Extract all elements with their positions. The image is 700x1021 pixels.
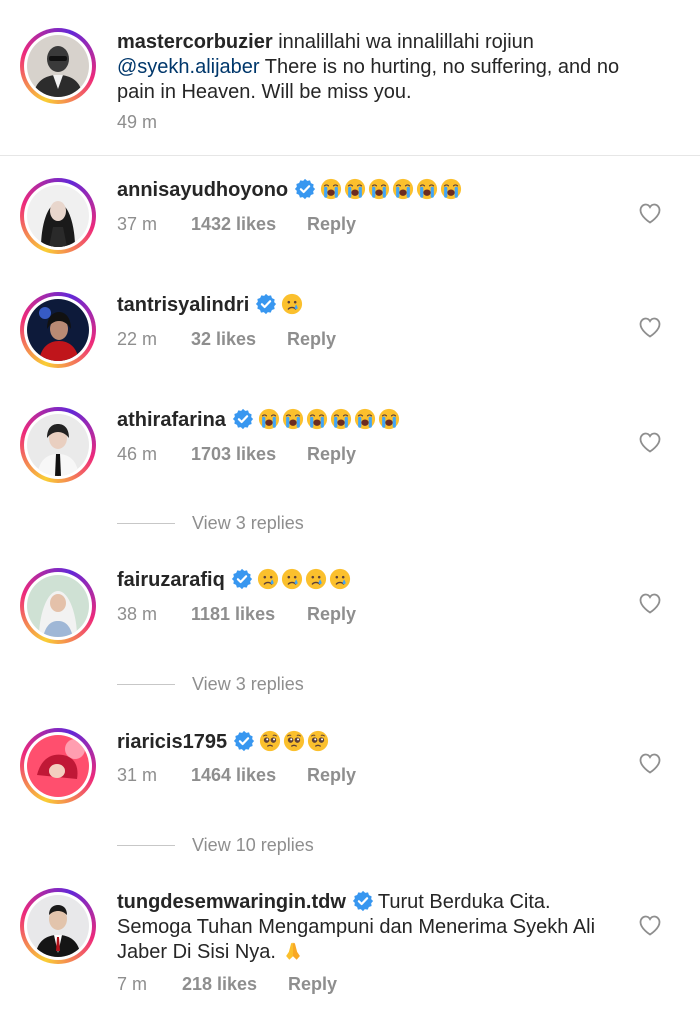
comment-text: athirafarina [117, 408, 637, 433]
crying-face-icon [281, 568, 303, 590]
caption-text-1: innalillahi wa innalillahi rojiun [278, 31, 534, 53]
loudly-crying-face-icon [354, 408, 376, 430]
reply-button[interactable]: Reply [307, 765, 356, 786]
pleading-face-icon [283, 730, 305, 752]
loudly-crying-face-icon [392, 178, 414, 200]
loudly-crying-face-icon [378, 408, 400, 430]
heart-icon[interactable] [638, 592, 662, 614]
comment-username[interactable]: fairuzarafiq [117, 569, 225, 591]
avatar-annisayudhoyono[interactable] [20, 178, 96, 254]
verified-icon [255, 293, 277, 315]
comment-text: riaricis1795 [117, 730, 637, 755]
loudly-crying-face-icon [440, 178, 462, 200]
comment-time: 38 m [117, 604, 158, 624]
avatar-tantrisyalindri[interactable] [20, 292, 96, 368]
comment-text: annisayudhoyono [117, 178, 637, 203]
caption-mention[interactable]: @syekh.alijaber [117, 56, 260, 78]
comment-meta: 7 m 218 likes Reply [117, 974, 337, 995]
caption-meta: 49 m [117, 112, 157, 133]
comment-time: 22 m [117, 329, 158, 349]
comment-meta: 37 m 1432 likes Reply [117, 214, 356, 235]
comment-username[interactable]: tantrisyalindri [117, 294, 249, 316]
loudly-crying-face-icon [416, 178, 438, 200]
heart-icon[interactable] [638, 202, 662, 224]
verified-icon [231, 568, 253, 590]
comment-meta: 46 m 1703 likes Reply [117, 444, 356, 465]
caption-text: mastercorbuzier innalillahi wa innalilla… [117, 30, 637, 105]
divider-line [117, 684, 175, 685]
comment-emojis [259, 731, 331, 753]
comment-username[interactable]: athirafarina [117, 409, 226, 431]
heart-icon[interactable] [638, 914, 662, 936]
avatar-tungdesemwaringin[interactable] [20, 888, 96, 964]
comment-username[interactable]: tungdesemwaringin.tdw [117, 891, 346, 913]
heart-icon[interactable] [638, 431, 662, 453]
avatar-fairuzarafiq[interactable] [20, 568, 96, 644]
comment-text: fairuzarafiq [117, 568, 637, 593]
view-replies-label[interactable]: View 3 replies [192, 674, 304, 695]
loudly-crying-face-icon [306, 408, 328, 430]
reply-button[interactable]: Reply [287, 329, 336, 350]
comment-emojis [320, 179, 464, 201]
heart-icon[interactable] [638, 316, 662, 338]
avatar-riaricis1795[interactable] [20, 728, 96, 804]
view-replies-label[interactable]: View 10 replies [192, 835, 314, 856]
comment-time: 7 m [117, 974, 148, 994]
crying-face-icon [329, 568, 351, 590]
heart-icon[interactable] [638, 752, 662, 774]
crying-face-icon [281, 293, 303, 315]
loudly-crying-face-icon [330, 408, 352, 430]
comment-likes[interactable]: 1432 likes [191, 214, 307, 235]
comment-time: 31 m [117, 765, 158, 785]
verified-icon [352, 890, 374, 912]
view-replies-button[interactable]: View 3 replies [117, 674, 304, 695]
verified-icon [232, 408, 254, 430]
comment-emojis [258, 409, 402, 431]
verified-icon [233, 730, 255, 752]
loudly-crying-face-icon [344, 178, 366, 200]
comment-emojis [257, 569, 353, 591]
comment-time: 46 m [117, 444, 158, 464]
view-replies-button[interactable]: View 3 replies [117, 513, 304, 534]
comment-text: tantrisyalindri [117, 293, 637, 318]
comment-likes[interactable]: 218 likes [182, 974, 288, 995]
comment-username[interactable]: riaricis1795 [117, 731, 227, 753]
comment-meta: 38 m 1181 likes Reply [117, 604, 356, 625]
crying-face-icon [257, 568, 279, 590]
comment-time: 37 m [117, 214, 158, 234]
loudly-crying-face-icon [320, 178, 342, 200]
caption-username[interactable]: mastercorbuzier [117, 31, 273, 53]
divider-line [117, 523, 175, 524]
loudly-crying-face-icon [282, 408, 304, 430]
verified-icon [294, 178, 316, 200]
loudly-crying-face-icon [368, 178, 390, 200]
loudly-crying-face-icon [258, 408, 280, 430]
comment-likes[interactable]: 1464 likes [191, 765, 307, 786]
folded-hands-icon [282, 940, 304, 962]
comment-likes[interactable]: 32 likes [191, 329, 287, 350]
avatar-mastercorbuzier[interactable] [20, 28, 96, 104]
pleading-face-icon [307, 730, 329, 752]
view-replies-button[interactable]: View 10 replies [117, 835, 314, 856]
comment-meta: 22 m 32 likes Reply [117, 329, 336, 350]
crying-face-icon [305, 568, 327, 590]
comment-likes[interactable]: 1703 likes [191, 444, 307, 465]
comment-likes[interactable]: 1181 likes [191, 604, 307, 625]
reply-button[interactable]: Reply [307, 604, 356, 625]
reply-button[interactable]: Reply [288, 974, 337, 995]
view-replies-label[interactable]: View 3 replies [192, 513, 304, 534]
caption-time: 49 m [117, 112, 158, 132]
comment-emojis [281, 294, 305, 316]
pleading-face-icon [259, 730, 281, 752]
reply-button[interactable]: Reply [307, 444, 356, 465]
avatar-athirafarina[interactable] [20, 407, 96, 483]
reply-button[interactable]: Reply [307, 214, 356, 235]
comment-meta: 31 m 1464 likes Reply [117, 765, 356, 786]
comment-username[interactable]: annisayudhoyono [117, 179, 288, 201]
post-caption: mastercorbuzier innalillahi wa innalilla… [0, 0, 700, 156]
comment-text: tungdesemwaringin.tdw Turut Berduka Cita.… [117, 890, 622, 965]
divider-line [117, 845, 175, 846]
